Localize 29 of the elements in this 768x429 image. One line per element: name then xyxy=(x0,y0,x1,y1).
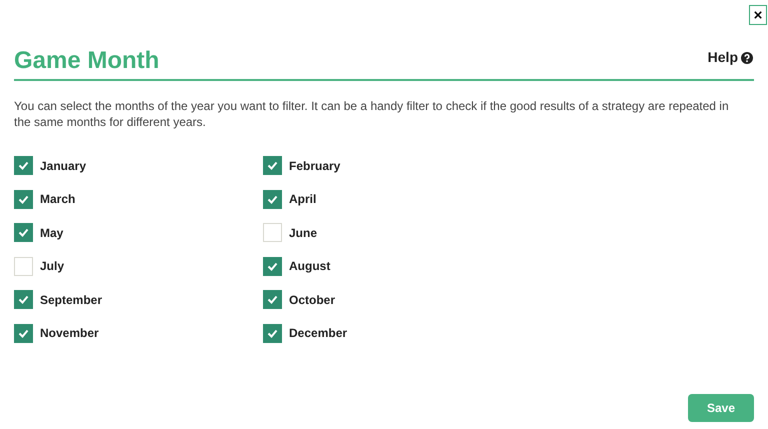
checked-box-icon xyxy=(14,190,33,208)
checked-box-icon xyxy=(263,256,282,276)
checked-box-icon xyxy=(14,324,33,342)
month-checkbox[interactable]: April xyxy=(263,190,754,208)
month-checkbox[interactable]: June xyxy=(263,223,754,242)
close-button[interactable]: × xyxy=(749,5,767,25)
checkbox-icon xyxy=(263,223,282,242)
checked-box-icon xyxy=(14,156,33,175)
month-checkbox[interactable]: September xyxy=(14,290,263,309)
help-link[interactable]: Help xyxy=(708,47,753,68)
checked-box-icon xyxy=(263,324,282,342)
checkbox-icon xyxy=(14,256,33,276)
month-checkbox[interactable]: November xyxy=(14,324,263,342)
help-icon xyxy=(741,52,753,64)
month-checkbox[interactable]: March xyxy=(14,190,263,208)
month-checkbox[interactable]: February xyxy=(263,156,754,175)
description-text: You can select the months of the year you want to filter. It can be a handy filter to check if the good results of a strategy are repeated in the same months for different years. xyxy=(14,98,730,130)
checked-box-icon xyxy=(263,190,282,208)
month-checkbox[interactable]: October xyxy=(263,290,754,309)
month-checkbox[interactable]: January xyxy=(14,156,263,175)
month-checkbox[interactable]: May xyxy=(14,223,263,242)
month-checkbox[interactable]: July xyxy=(14,256,263,276)
checked-box-icon xyxy=(263,156,282,175)
month-checkbox[interactable]: December xyxy=(263,324,754,342)
month-checkbox[interactable]: August xyxy=(263,256,754,276)
checked-box-icon xyxy=(14,290,33,309)
checked-box-icon xyxy=(263,290,282,309)
checked-box-icon xyxy=(14,223,33,242)
dialog-title: Game Month xyxy=(14,46,160,76)
